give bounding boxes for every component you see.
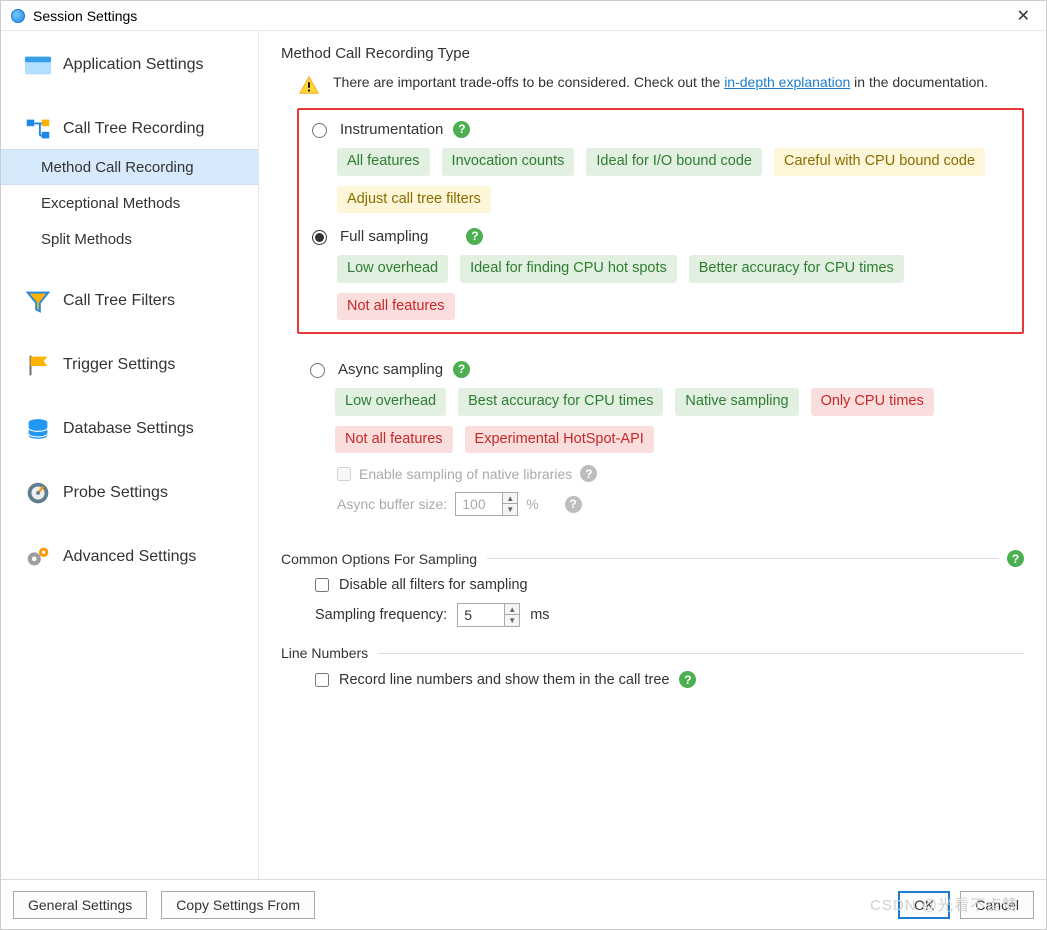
funnel-icon xyxy=(21,286,55,316)
in-depth-explanation-link[interactable]: in-depth explanation xyxy=(724,74,850,90)
app-icon xyxy=(11,9,25,23)
recording-type-highlighted-block: Instrumentation ? All features Invocation… xyxy=(297,108,1024,334)
tag: Not all features xyxy=(335,426,453,454)
close-icon[interactable]: ✕ xyxy=(1011,6,1036,26)
record-line-numbers-label: Record line numbers and show them in the… xyxy=(339,672,669,688)
spinner-up-icon[interactable]: ▲ xyxy=(503,493,517,504)
sampling-frequency-unit: ms xyxy=(530,607,549,623)
async-buffer-size-field[interactable]: ▲ ▼ xyxy=(455,492,518,516)
tag: Invocation counts xyxy=(442,148,575,176)
sidebar-item-label: Trigger Settings xyxy=(63,356,175,374)
help-icon[interactable]: ? xyxy=(466,228,483,245)
async-buffer-size-label: Async buffer size: xyxy=(337,496,447,512)
main-panel: Method Call Recording Type There are imp… xyxy=(259,31,1046,879)
tree-icon xyxy=(21,114,55,144)
sampling-frequency-input[interactable] xyxy=(458,607,504,623)
sidebar-item-method-call-recording[interactable]: Method Call Recording xyxy=(1,149,258,185)
checkbox-record-line-numbers[interactable] xyxy=(315,673,329,687)
tag: Low overhead xyxy=(335,388,446,416)
help-icon[interactable]: ? xyxy=(1007,550,1024,567)
tag: Best accuracy for CPU times xyxy=(458,388,663,416)
async-buffer-size-unit: % xyxy=(526,496,538,512)
info-pre: There are important trade-offs to be con… xyxy=(333,74,724,90)
radio-full-sampling[interactable] xyxy=(312,230,327,245)
database-icon xyxy=(21,414,55,444)
radio-full-sampling-label[interactable]: Full sampling xyxy=(340,228,428,245)
tag: Native sampling xyxy=(675,388,798,416)
sidebar-item-split-methods[interactable]: Split Methods xyxy=(1,221,258,257)
tag: Low overhead xyxy=(337,255,448,283)
sampling-frequency-label: Sampling frequency: xyxy=(315,607,447,623)
gauge-icon xyxy=(21,478,55,508)
sidebar-item-call-tree-filters[interactable]: Call Tree Filters xyxy=(1,281,258,321)
window-title: Session Settings xyxy=(33,8,137,24)
async-sampling-tags: Low overheadBest accuracy for CPU timesN… xyxy=(335,388,1016,453)
enable-native-sampling-label: Enable sampling of native libraries xyxy=(359,466,572,482)
tag: All features xyxy=(337,148,430,176)
help-icon[interactable]: ? xyxy=(565,496,582,513)
full-sampling-tags: Low overhead Ideal for finding CPU hot sp… xyxy=(337,255,1014,320)
tag: Careful with CPU bound code xyxy=(774,148,985,176)
tag: Only CPU times xyxy=(811,388,934,416)
tag: Ideal for I/O bound code xyxy=(586,148,762,176)
checkbox-disable-all-filters[interactable] xyxy=(315,578,329,592)
spinner-down-icon[interactable]: ▼ xyxy=(505,615,519,626)
help-icon[interactable]: ? xyxy=(453,361,470,378)
tag: Ideal for finding CPU hot spots xyxy=(460,255,677,283)
sidebar-item-label: Call Tree Filters xyxy=(63,292,175,310)
sidebar-item-label: Database Settings xyxy=(63,420,194,438)
async-buffer-size-input[interactable] xyxy=(456,496,502,512)
sidebar-item-call-tree-recording[interactable]: Call Tree Recording xyxy=(1,109,258,149)
divider xyxy=(487,558,999,559)
info-post: in the documentation. xyxy=(850,74,988,90)
copy-settings-from-button[interactable]: Copy Settings From xyxy=(161,891,315,919)
sidebar-item-application-settings[interactable]: Application Settings xyxy=(1,45,258,85)
checkbox-enable-native-sampling[interactable] xyxy=(337,467,351,481)
sidebar-item-trigger-settings[interactable]: Trigger Settings xyxy=(1,345,258,385)
cancel-button[interactable]: Cancel xyxy=(960,891,1034,919)
window-icon xyxy=(21,50,55,80)
instrumentation-tags: All features Invocation counts Ideal for I… xyxy=(337,148,1014,213)
radio-instrumentation-label[interactable]: Instrumentation xyxy=(340,121,443,138)
ok-button[interactable]: OK xyxy=(898,891,950,919)
sidebar-item-label: Exceptional Methods xyxy=(41,195,180,212)
footer: General Settings Copy Settings From OK C… xyxy=(1,879,1046,929)
help-icon[interactable]: ? xyxy=(679,671,696,688)
gears-icon xyxy=(21,542,55,572)
warning-icon xyxy=(297,72,321,96)
flag-icon xyxy=(21,350,55,380)
radio-async-sampling[interactable] xyxy=(310,363,325,378)
sidebar-item-label: Split Methods xyxy=(41,231,132,248)
help-icon[interactable]: ? xyxy=(580,465,597,482)
sidebar-item-probe-settings[interactable]: Probe Settings xyxy=(1,473,258,513)
radio-async-sampling-label[interactable]: Async sampling xyxy=(338,361,443,378)
tag: Not all features xyxy=(337,293,455,321)
general-settings-button[interactable]: General Settings xyxy=(13,891,147,919)
sidebar: Application Settings Call Tree Recording… xyxy=(1,31,259,879)
tag: Adjust call tree filters xyxy=(337,186,491,214)
sidebar-item-label: Call Tree Recording xyxy=(63,120,204,138)
radio-instrumentation[interactable] xyxy=(312,123,327,138)
divider xyxy=(378,653,1024,654)
common-options-heading: Common Options For Sampling xyxy=(281,551,477,567)
sidebar-item-label: Advanced Settings xyxy=(63,548,196,566)
spinner-down-icon[interactable]: ▼ xyxy=(503,504,517,515)
tag: Better accuracy for CPU times xyxy=(689,255,904,283)
help-icon[interactable]: ? xyxy=(453,121,470,138)
sidebar-item-label: Method Call Recording xyxy=(41,159,194,176)
tag: Experimental HotSpot-API xyxy=(465,426,654,454)
sidebar-item-database-settings[interactable]: Database Settings xyxy=(1,409,258,449)
window-titlebar: Session Settings ✕ xyxy=(1,1,1046,31)
sidebar-item-advanced-settings[interactable]: Advanced Settings xyxy=(1,537,258,577)
async-sampling-block: Async sampling ? Low overhead Best accura… xyxy=(297,350,1024,532)
page-title: Method Call Recording Type xyxy=(281,45,1024,62)
sampling-frequency-field[interactable]: ▲ ▼ xyxy=(457,603,520,627)
disable-all-filters-label: Disable all filters for sampling xyxy=(339,577,528,593)
sidebar-item-exceptional-methods[interactable]: Exceptional Methods xyxy=(1,185,258,221)
info-text: There are important trade-offs to be con… xyxy=(333,72,988,92)
spinner-up-icon[interactable]: ▲ xyxy=(505,604,519,615)
sidebar-item-label: Probe Settings xyxy=(63,484,168,502)
line-numbers-heading: Line Numbers xyxy=(281,645,368,661)
sidebar-item-label: Application Settings xyxy=(63,56,204,74)
